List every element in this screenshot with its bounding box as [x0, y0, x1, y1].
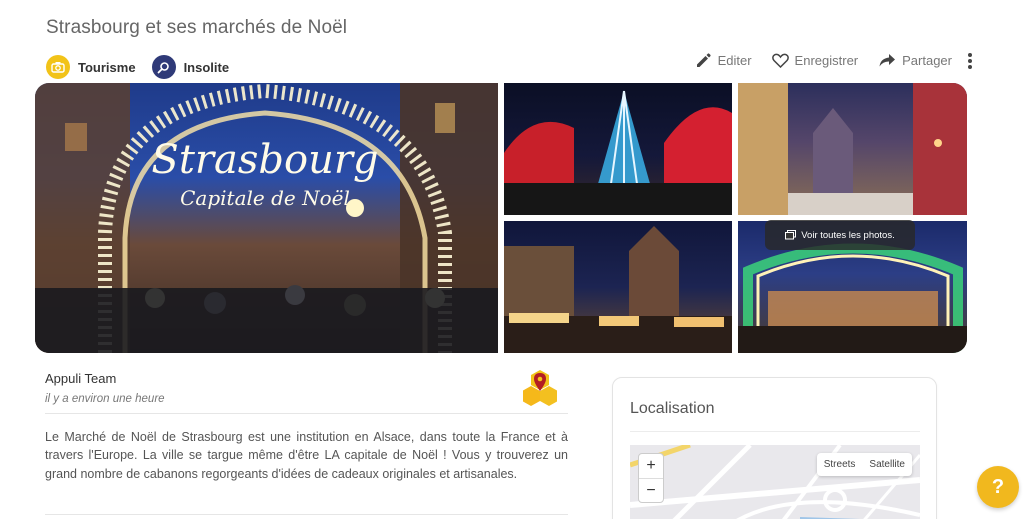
arch-sign-text: Strasbourg — [151, 137, 378, 183]
layer-streets-button[interactable]: Streets — [817, 453, 863, 476]
edit-label: Editer — [717, 53, 752, 68]
author-name[interactable]: Appuli Team — [45, 371, 116, 386]
divider — [630, 431, 920, 432]
photo-street-church[interactable] — [738, 83, 967, 215]
photo-gallery: Strasbourg Capitale de Noël — [35, 83, 967, 353]
more-options-icon[interactable] — [968, 52, 972, 69]
magnifier-icon — [151, 55, 176, 79]
arch-sign-subtext: Capitale de Noël — [180, 186, 350, 210]
location-map[interactable]: + − Streets Satellite — [630, 445, 920, 519]
see-all-photos-button[interactable]: Voir toutes les photos. — [765, 220, 915, 250]
post-time: il y a environ une heure — [45, 393, 165, 405]
page-title: Strasbourg et ses marchés de Noël — [46, 17, 348, 38]
photo-main-strasbourg-arch[interactable]: Strasbourg Capitale de Noël — [35, 83, 498, 353]
divider — [45, 413, 568, 414]
save-button[interactable]: Enregistrer — [771, 53, 859, 68]
tag-tourisme[interactable]: Tourisme — [46, 55, 136, 79]
heart-icon — [771, 53, 789, 68]
map-layer-switch: Streets Satellite — [816, 453, 912, 476]
photo-cathedral-market[interactable] — [504, 221, 732, 353]
tag-label: Insolite — [183, 59, 230, 75]
zoom-out-button[interactable]: − — [639, 478, 663, 502]
share-arrow-icon — [878, 53, 896, 68]
see-all-label: Voir toutes les photos. — [801, 229, 895, 241]
post-description: Le Marché de Noël de Strasbourg est une … — [45, 430, 568, 481]
tag-label: Tourisme — [78, 59, 136, 75]
post-actions: Editer Enregistrer Partager — [675, 52, 972, 69]
share-label: Partager — [902, 53, 952, 68]
location-card: Localisation + − Streets Satellite — [612, 377, 937, 519]
tag-insolite[interactable]: Insolite — [151, 55, 230, 79]
help-button[interactable]: ? — [977, 466, 1019, 508]
save-label: Enregistrer — [794, 53, 859, 68]
images-icon — [785, 230, 797, 240]
camera-icon — [46, 55, 70, 79]
pencil-icon — [695, 52, 712, 69]
edit-button[interactable]: Editer — [695, 52, 752, 69]
map-zoom-control: + − — [638, 453, 664, 503]
zoom-in-button[interactable]: + — [639, 454, 663, 478]
layer-satellite-button[interactable]: Satellite — [862, 453, 912, 476]
divider — [45, 514, 568, 515]
category-tags: Tourisme Insolite — [46, 55, 245, 79]
location-badge-icon — [522, 369, 558, 409]
share-button[interactable]: Partager — [878, 53, 952, 68]
photo-light-tree[interactable] — [504, 83, 732, 215]
location-title: Localisation — [630, 400, 715, 417]
